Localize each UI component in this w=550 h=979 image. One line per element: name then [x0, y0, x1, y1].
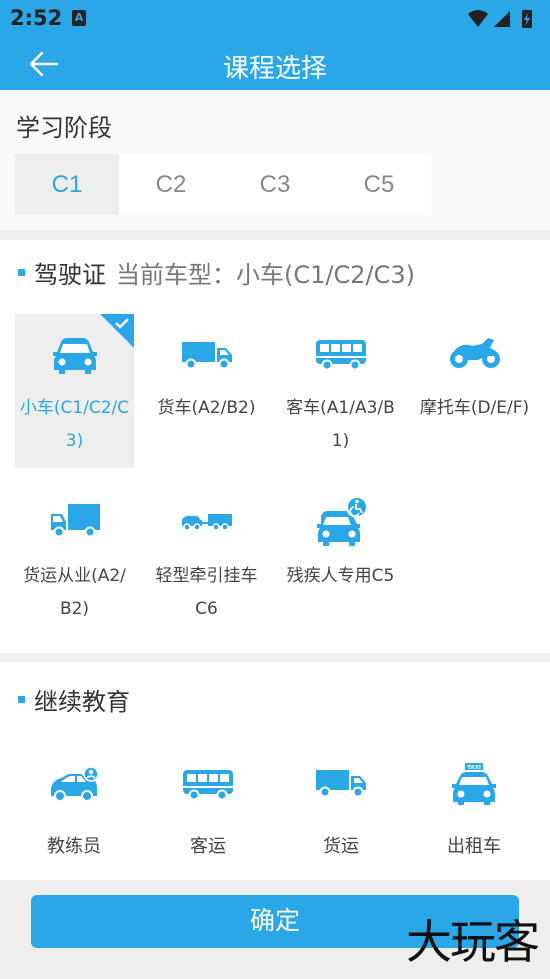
status-time: 2:52 [10, 6, 63, 30]
status-bar: 2:52 A [0, 0, 550, 38]
stage-section: 学习阶段 C1 C2 C3 C5 [0, 90, 550, 230]
education-option-passenger[interactable]: 客运 [148, 742, 268, 892]
notification-icon: A [72, 10, 86, 26]
section-marker [18, 696, 25, 703]
bus-icon [183, 770, 233, 800]
page-title: 课程选择 [222, 54, 327, 84]
vehicle-option-bus[interactable]: 客车(A1/A3/B1) [281, 314, 400, 468]
current-vehicle-type: 当前车型：小车(C1/C2/C3) [116, 261, 415, 289]
vehicle-option-truck[interactable]: 货车(A2/B2) [147, 314, 266, 468]
education-option-freight[interactable]: 货运 [281, 742, 401, 892]
education-option-taxi[interactable]: TAXI 出租车 [414, 742, 534, 892]
truck-icon [181, 342, 232, 370]
car-icon [52, 338, 97, 374]
license-header: 驾驶证 当前车型：小车(C1/C2/C3) [18, 255, 415, 290]
watermark: 大玩客 [406, 915, 540, 969]
license-title: 驾驶证 [34, 261, 106, 289]
tow-trailer-icon [181, 514, 232, 531]
education-label: 客运 [190, 836, 226, 857]
signal-icon [494, 11, 510, 27]
tab-c1[interactable]: C1 [15, 154, 119, 215]
bottom-bar: 确定 大玩客 [0, 880, 550, 979]
stage-title: 学习阶段 [16, 114, 112, 142]
vehicle-option-car[interactable]: 小车(C1/C2/C3) [15, 314, 134, 468]
vehicle-option-motorcycle[interactable]: 摩托车(D/E/F) [415, 314, 534, 468]
vehicle-label: 货运从业(A2/B2) [23, 566, 126, 619]
vehicle-label: 客车(A1/A3/B1) [286, 398, 395, 451]
education-label: 出租车 [447, 836, 501, 857]
cargo-truck-icon [50, 504, 100, 538]
education-option-coach[interactable]: 教练员 [14, 742, 134, 892]
truck-icon [316, 770, 366, 798]
vehicle-option-accessible[interactable]: 残疾人专用C5 [281, 486, 400, 640]
status-icons [468, 10, 532, 28]
education-title: 继续教育 [34, 688, 130, 716]
accessible-car-icon [316, 496, 368, 546]
education-header: 继续教育 [18, 682, 130, 717]
stage-tabs: C1 C2 C3 C5 [15, 154, 431, 215]
wifi-icon [468, 10, 488, 27]
tab-c3[interactable]: C3 [223, 154, 327, 215]
vehicle-label: 货车(A2/B2) [157, 398, 256, 418]
vehicle-label: 轻型牵引挂车C6 [155, 566, 258, 619]
section-marker [18, 269, 25, 276]
vehicle-option-tow-trailer[interactable]: 轻型牵引挂车C6 [147, 486, 266, 640]
taxi-icon: TAXI [452, 763, 496, 805]
vehicle-label: 小车(C1/C2/C3) [19, 398, 130, 451]
vehicle-label: 残疾人专用C5 [286, 566, 395, 586]
app-bar: 课程选择 [0, 38, 550, 90]
license-section: 驾驶证 当前车型：小车(C1/C2/C3) 小车(C1/C2/C3) 货车(A2… [0, 240, 550, 653]
tab-c2[interactable]: C2 [119, 154, 223, 215]
education-label: 教练员 [47, 836, 101, 857]
coach-car-icon [51, 766, 99, 802]
vehicle-label: 摩托车(D/E/F) [419, 398, 530, 418]
education-label: 货运 [323, 836, 359, 857]
motorcycle-icon [449, 338, 500, 368]
vehicle-option-cargo[interactable]: 货运从业(A2/B2) [15, 486, 134, 640]
svg-text:TAXI: TAXI [467, 765, 481, 771]
checkmark-icon [100, 314, 134, 348]
education-section: 继续教育 教练员 客运 货运 TAXI 出租车 [0, 662, 550, 880]
tab-c5[interactable]: C5 [327, 154, 431, 215]
bus-icon [315, 340, 366, 370]
